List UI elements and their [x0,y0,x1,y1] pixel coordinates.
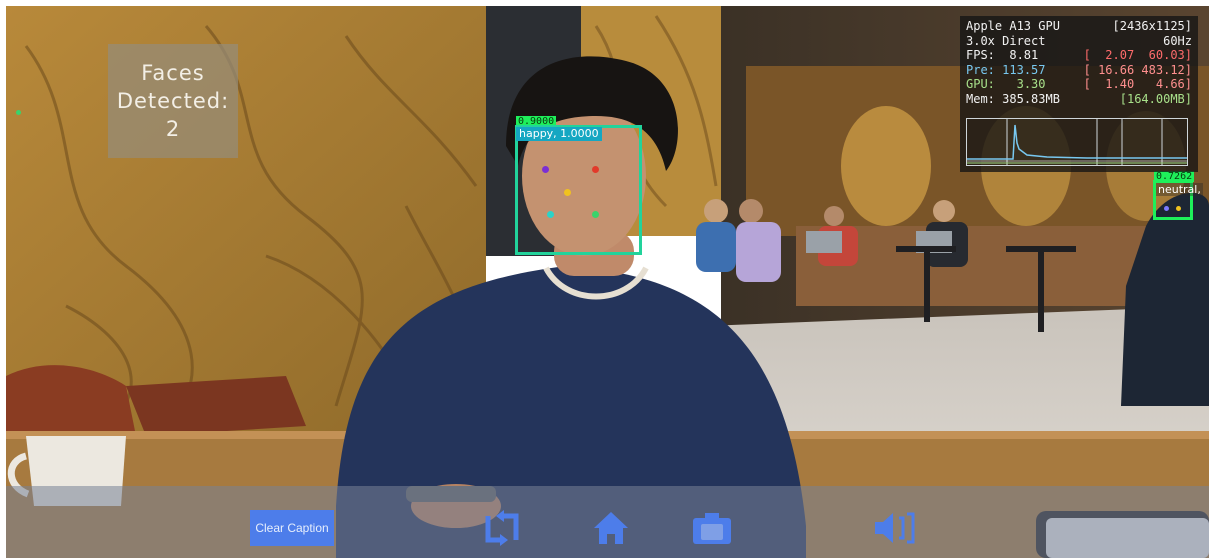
mem-label: Mem: [966,91,995,106]
status-dot [16,110,21,115]
faces-detected-panel: Faces Detected: 2 [108,44,238,158]
face-1-landmark-mouth-left [592,211,599,218]
performance-hud: Apple A13 GPU [2436x1125] 3.0x Direct 60… [960,16,1198,172]
pre-value: 113.57 [1002,62,1046,77]
camera-icon[interactable] [690,508,734,548]
pre-label: Pre: [966,62,995,77]
pre-range: [ 16.66 483.12] [1083,62,1192,77]
gpu-label: GPU: [966,77,995,91]
bottom-toolbar: Clear Caption [6,486,1209,558]
faces-detected-label-line1: Faces [141,61,205,85]
faces-detected-count: 2 [165,117,181,141]
switch-camera-icon[interactable] [480,508,524,548]
resolution: [2436x1125] [1112,19,1192,33]
perf-row-gpu: GPU: 3.30 [ 1.40 4.66] [966,77,1192,92]
perf-row-gpu-name: Apple A13 GPU [2436x1125] [966,19,1192,34]
home-icon[interactable] [591,508,631,548]
frame-time-graph-lines [967,119,1187,165]
fps-value: 8.81 [1009,48,1039,62]
face-2-landmark-eye [1164,206,1169,211]
perf-row-fps: FPS: 8.81 [ 2.07 60.03] [966,48,1192,63]
face-1-landmark-right-eye [542,166,549,173]
fps-range: [ 2.07 60.03] [1083,48,1192,62]
display-mode: 3.0x Direct [966,33,1046,48]
camera-view: Faces Detected: 2 0.9000 happy, 1.0000 0… [6,6,1209,558]
refresh-rate: 60Hz [1163,33,1192,48]
face-1-landmark-nose [564,189,571,196]
perf-row-pre: Pre: 113.57 [ 16.66 483.12] [966,63,1192,78]
face-1-emotion: happy, 1.0000 [516,127,602,141]
faces-detected-label-line2: Detected: [116,89,230,113]
gpu-range: [ 1.40 4.66] [1083,77,1192,91]
mem-value: 385.83MB [1002,91,1060,106]
perf-row-mode: 3.0x Direct 60Hz [966,34,1192,49]
gpu-value: 3.30 [1016,77,1046,91]
face-1-landmark-left-eye [592,166,599,173]
fps-label: FPS: [966,48,995,62]
clear-caption-button[interactable]: Clear Caption [250,510,334,546]
face-1-landmark-mouth-right [547,211,554,218]
mem-peak: [164.00MB] [1119,91,1192,106]
gpu-name: Apple A13 GPU [966,19,1060,33]
face-1-bounding-box [515,125,642,255]
perf-row-mem: Mem: 385.83MB [164.00MB] [966,92,1192,107]
face-2-landmark-nose [1176,206,1181,211]
face-2-emotion: neutral, [1156,183,1203,196]
speaker-icon[interactable] [872,508,918,548]
frame-time-graph [966,118,1188,166]
